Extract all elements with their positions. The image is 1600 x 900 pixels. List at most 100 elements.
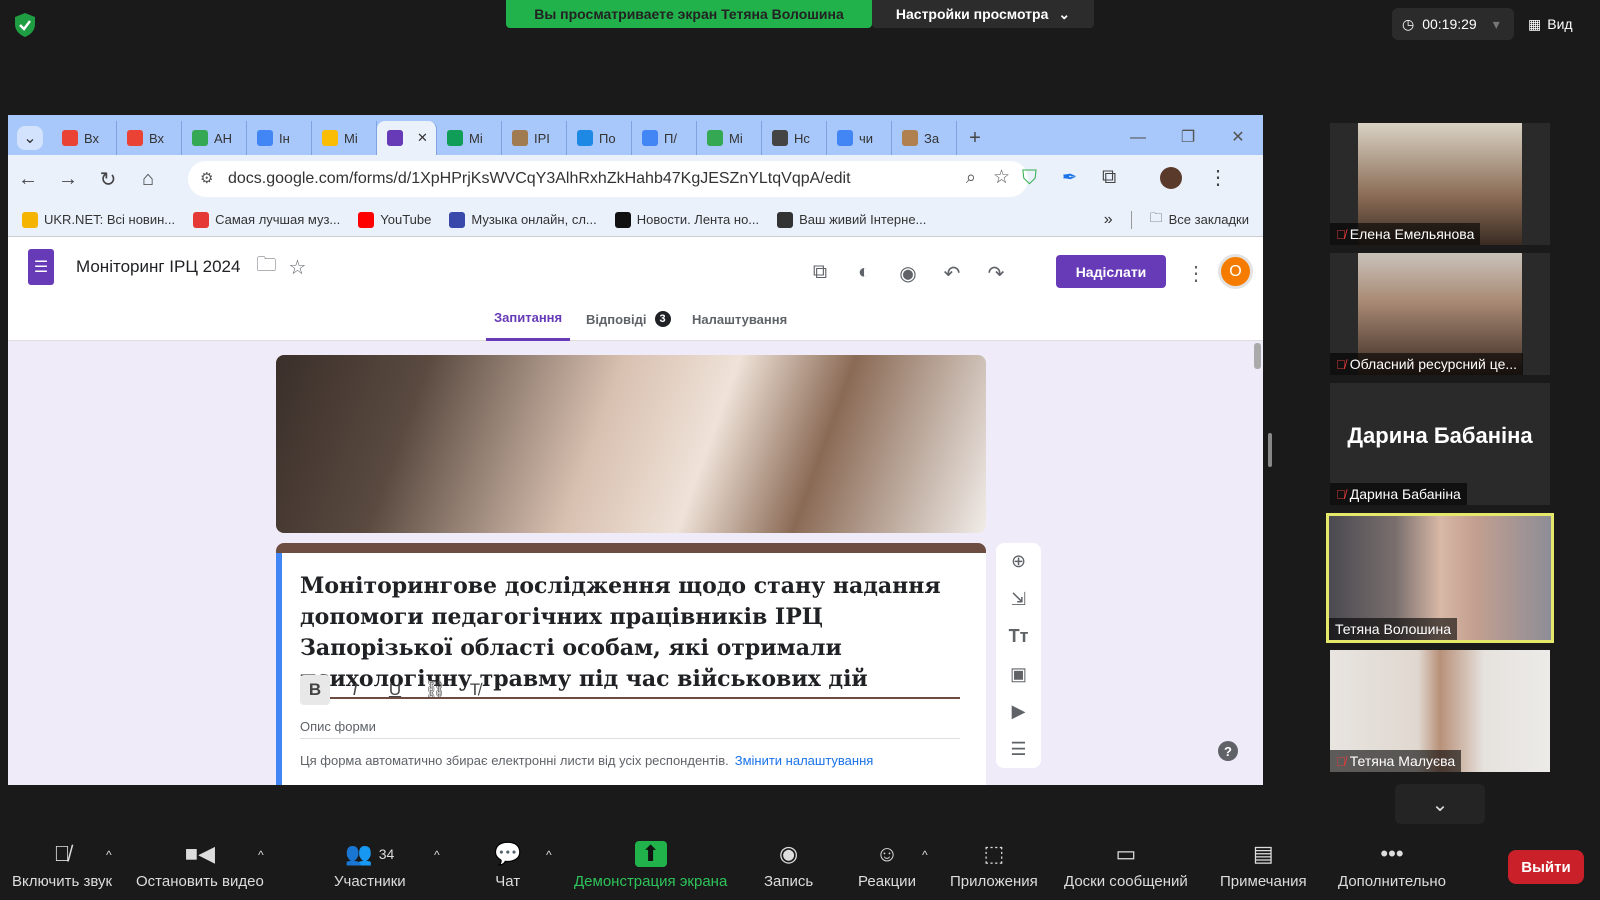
palette-icon[interactable]: ◐ [852,261,876,285]
reload-icon[interactable]: ↻ [88,167,128,192]
browser-tab[interactable]: Мі [312,121,377,155]
doc-title[interactable]: Моніторинг ІРЦ 2024 [76,257,240,277]
addons-puzzle-icon[interactable]: ⧉ [808,261,832,285]
participant-tile[interactable]: 🎙̸ Тетяна Малуєва [1330,650,1550,772]
meeting-timer[interactable]: ◷ 00:19:29 ▾ [1392,8,1514,40]
participants-options-caret-icon[interactable]: ^ [434,848,440,862]
more-button[interactable]: ••• Дополнительно [1338,830,1446,900]
chat-options-caret-icon[interactable]: ^ [546,848,552,862]
zoom-icon[interactable]: ⌕ [966,167,976,188]
tab-settings[interactable]: Налаштування [684,297,795,341]
scroll-participants-down-button[interactable]: ⌄ [1395,784,1485,824]
bookmark-item[interactable]: Ваш живий Інтерне... [777,211,926,228]
bookmark-item[interactable]: YouTube [358,211,431,228]
folder-icon[interactable]: 🗀 [256,250,276,284]
form-header-image[interactable] [276,355,986,533]
send-button[interactable]: Надіслати [1056,255,1166,288]
record-button[interactable]: ◉ Запись [764,830,813,900]
browser-tab[interactable]: За [892,121,957,155]
browser-tab[interactable]: Вх [117,121,182,155]
google-forms-logo-icon[interactable]: ☰ [28,249,54,285]
site-info-icon[interactable]: ⚙ [200,169,213,187]
stop-video-button[interactable]: ■◀ Остановить видео [136,830,264,900]
preview-eye-icon[interactable]: ◉ [896,261,920,285]
reactions-button[interactable]: ☺ Реакции [858,830,916,900]
extension-pen-icon[interactable]: ✒ [1062,167,1077,188]
add-title-icon[interactable]: Tт [1009,626,1029,647]
participant-tile[interactable]: 🎙̸ Елена Емельянова [1330,123,1550,245]
notes-button[interactable]: ▤ Примечания [1220,830,1307,900]
italic-icon[interactable]: I [340,675,370,705]
back-arrow-icon[interactable]: ← [8,168,48,191]
clear-format-icon[interactable]: T̸ [460,675,490,705]
participant-tile-active-speaker[interactable]: Тетяна Волошина [1326,513,1554,643]
whiteboards-button[interactable]: ▭ Доски сообщений [1064,830,1188,900]
browser-tab[interactable]: АН [182,121,247,155]
chat-button[interactable]: 💬 Чат [494,830,521,900]
close-tab-icon[interactable]: ✕ [417,130,428,146]
browser-tab[interactable]: Мі [437,121,502,155]
underline-icon[interactable]: U [380,675,410,705]
kebab-menu-icon[interactable]: ⋮ [1208,165,1228,190]
tab-responses[interactable]: Відповіді 3 [578,297,679,341]
browser-tab[interactable]: Нс [762,121,827,155]
audio-options-caret-icon[interactable]: ^ [106,848,112,862]
unmute-button[interactable]: 🎙̸ Включить звук [12,830,112,900]
participant-tile[interactable]: Дарина Бабаніна 🎙̸ Дарина Бабаніна [1330,383,1550,505]
add-question-icon[interactable]: ⊕ [1011,551,1026,572]
apps-button[interactable]: ⬚ Приложения [950,830,1038,900]
extension-shield-icon[interactable]: ⛉ [1022,167,1037,190]
minimize-button[interactable]: — [1113,121,1163,155]
forward-arrow-icon[interactable]: → [48,168,88,191]
redo-icon[interactable]: ↷ [984,261,1008,285]
participants-button[interactable]: 👥 34 Участники [334,830,406,900]
bold-icon[interactable]: B [300,675,330,705]
browser-tab[interactable]: П/ [632,121,697,155]
add-section-icon[interactable]: ☰ [1010,739,1026,760]
view-button[interactable]: ▦ Вид [1528,8,1594,40]
video-options-caret-icon[interactable]: ^ [258,848,264,862]
all-bookmarks-folder[interactable]: 🗀 Все закладки [1150,209,1249,231]
participant-tile[interactable]: 🎙̸ Обласний ресурсний це... [1330,253,1550,375]
browser-tab[interactable]: ІРІ [502,121,567,155]
browser-tab[interactable]: Ін [247,121,312,155]
form-title-card[interactable]: Моніторингове дослідження щодо стану над… [276,543,986,785]
form-description-input[interactable]: Опис форми [300,719,960,739]
view-options-button[interactable]: Настройки просмотра ⌄ [872,0,1094,28]
add-video-icon[interactable]: ▶ [1012,701,1026,722]
import-questions-icon[interactable]: ⇲ [1011,589,1026,610]
reactions-options-caret-icon[interactable]: ^ [922,848,928,862]
link-icon[interactable]: ⛓ [420,675,450,705]
browser-tab[interactable]: чи [827,121,892,155]
extensions-puzzle-icon[interactable]: ⧉ [1102,166,1116,189]
bookmark-item[interactable]: Самая лучшая муз... [193,211,340,228]
bookmark-item[interactable]: UKR.NET: Всі новин... [22,211,175,228]
undo-icon[interactable]: ↶ [940,261,964,285]
scrollbar-thumb[interactable] [1254,343,1261,369]
tab-search-button[interactable]: ⌄ [8,121,52,155]
restore-button[interactable]: ❐ [1163,121,1213,155]
bookmark-star-icon[interactable]: ☆ [993,166,1010,189]
leave-meeting-button[interactable]: Выйти [1508,850,1584,884]
browser-tab[interactable]: ✕ [377,121,437,155]
kebab-menu-icon[interactable]: ⋮ [1184,261,1208,285]
security-shield-icon[interactable] [14,12,36,38]
account-avatar[interactable]: О [1218,254,1253,289]
url-input[interactable]: ⚙ docs.google.com/forms/d/1XpHPrjKsWVCqY… [188,161,1028,197]
profile-avatar-icon[interactable] [1160,167,1182,189]
browser-tab[interactable]: Мі [697,121,762,155]
browser-tab[interactable]: Вх [52,121,117,155]
tab-questions[interactable]: Запитання [486,297,571,341]
browser-tab[interactable]: По [567,121,632,155]
close-window-button[interactable]: ✕ [1213,121,1263,155]
help-icon[interactable]: ? [1218,741,1238,761]
bookmark-item[interactable]: Новости. Лента но... [614,211,759,228]
change-settings-link[interactable]: Змінити налаштування [735,753,874,768]
add-image-icon[interactable]: ▣ [1010,664,1027,685]
more-bookmarks-icon[interactable]: » [1104,211,1113,229]
share-screen-button[interactable]: ⬆ Демонстрация экрана [574,830,727,900]
home-icon[interactable]: ⌂ [128,168,168,191]
resize-handle[interactable] [1268,433,1272,467]
new-tab-button[interactable]: + [957,121,993,155]
bookmark-item[interactable]: Музыка онлайн, сл... [449,211,597,228]
